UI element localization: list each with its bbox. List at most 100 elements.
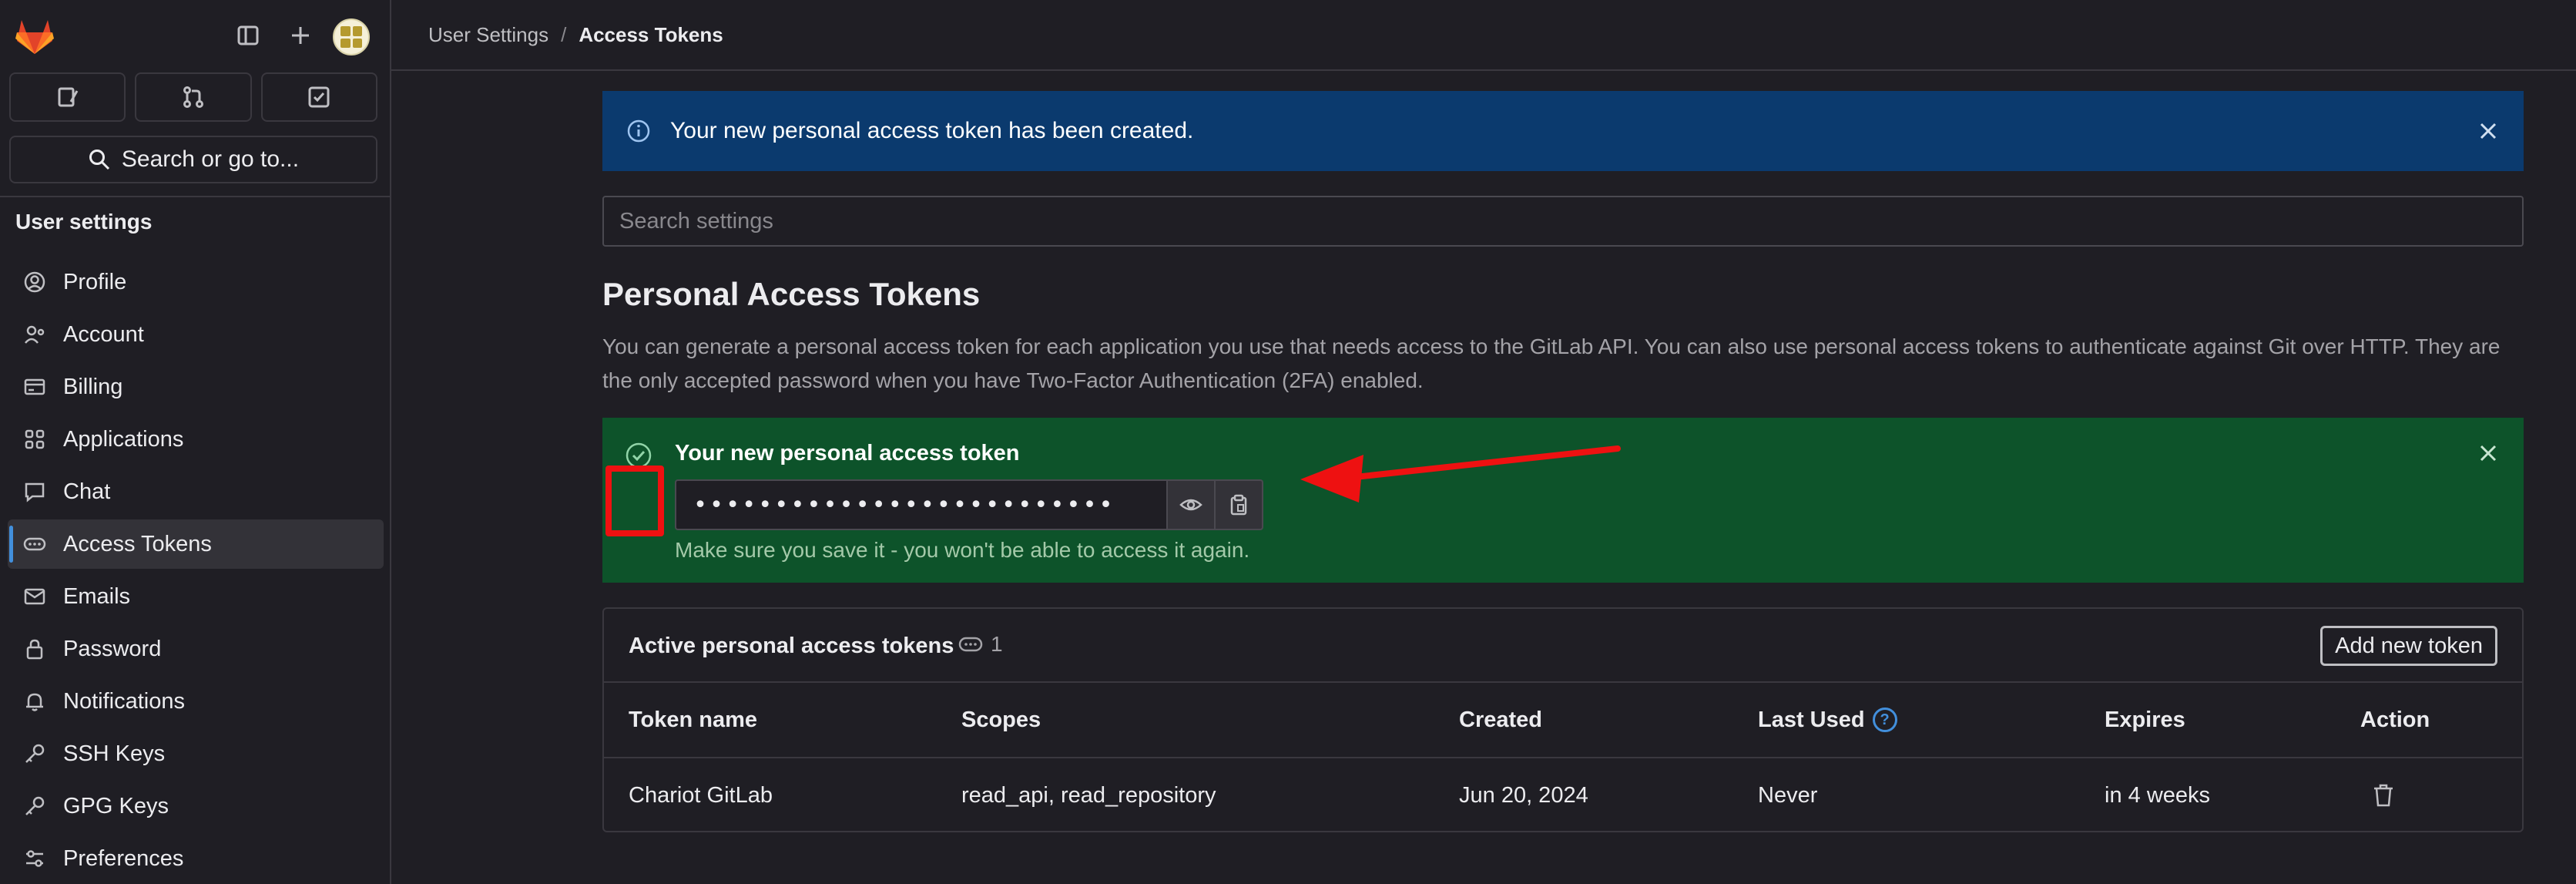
column-header-last-used-label: Last Used xyxy=(1758,707,1865,732)
column-header-token-name[interactable]: Token name xyxy=(629,683,757,757)
sidebar-item-notifications[interactable]: Notifications xyxy=(8,677,384,726)
search-settings-input[interactable] xyxy=(602,196,2524,247)
sidebar-item-label: Notifications xyxy=(63,688,185,714)
search-or-go-to-button[interactable]: Search or go to... xyxy=(9,136,377,183)
search-icon xyxy=(89,150,109,170)
clipboard-icon xyxy=(1230,494,1247,516)
plus-icon[interactable] xyxy=(285,20,316,51)
new-token-title: Your new personal access token xyxy=(675,441,1020,466)
sidebar-item-applications[interactable]: Applications xyxy=(8,415,384,464)
sidebar-item-label: SSH Keys xyxy=(63,741,166,766)
sidebar-shortcuts xyxy=(9,72,377,122)
account-icon xyxy=(22,321,48,348)
page-title: Personal Access Tokens xyxy=(602,276,981,312)
token-input-group: •••••••••••••••••••••••••• xyxy=(675,479,1263,530)
sidebar-top xyxy=(0,0,390,71)
sidebar-divider xyxy=(0,196,390,197)
chat-icon xyxy=(22,479,48,505)
sidebar-item-access-tokens[interactable]: Access Tokens xyxy=(8,519,384,569)
sidebar-item-account[interactable]: Account xyxy=(8,310,384,359)
key-icon xyxy=(22,793,48,819)
sidebar-item-label: Billing xyxy=(63,374,123,399)
sidebar-item-label: Access Tokens xyxy=(63,531,212,556)
mail-icon xyxy=(22,583,48,610)
key-icon xyxy=(22,741,48,767)
token-expires-cell: in 4 weeks xyxy=(2105,782,2211,808)
table-row: Chariot GitLab read_api, read_repository… xyxy=(604,758,2522,832)
info-icon xyxy=(627,119,650,143)
sidebar-item-ssh-keys[interactable]: SSH Keys xyxy=(8,729,384,778)
active-tokens-title: Active personal access tokens xyxy=(629,634,954,658)
breadcrumb: User Settings / Access Tokens xyxy=(391,0,2576,71)
card-header: Active personal access tokens 1 Add new … xyxy=(604,609,2522,683)
page-description: You can generate a personal access token… xyxy=(602,334,2501,392)
breadcrumb-separator: / xyxy=(561,22,567,46)
close-icon[interactable] xyxy=(2474,117,2502,145)
help-icon[interactable]: ? xyxy=(1872,708,1897,732)
column-header-created[interactable]: Created xyxy=(1459,683,1542,757)
sidebar: Search or go to... User settings Profile… xyxy=(0,0,391,884)
sidebar-item-password[interactable]: Password xyxy=(8,624,384,674)
close-icon[interactable] xyxy=(2474,439,2502,467)
issues-button[interactable] xyxy=(9,72,126,122)
sidebar-heading: User settings xyxy=(15,210,153,234)
revoke-token-button[interactable] xyxy=(2371,758,2396,832)
new-token-hint: Make sure you save it - you won't be abl… xyxy=(675,538,1250,562)
info-alert-message: Your new personal access token has been … xyxy=(670,118,1194,143)
token-value-field[interactable]: •••••••••••••••••••••••••• xyxy=(675,479,1168,530)
merge-requests-button[interactable] xyxy=(135,72,252,122)
merge-request-icon xyxy=(183,86,203,108)
sidebar-item-preferences[interactable]: Preferences xyxy=(8,834,384,883)
token-icon xyxy=(958,637,983,652)
sidebar-item-label: Emails xyxy=(63,583,131,609)
sidebar-item-label: Applications xyxy=(63,426,184,452)
check-circle-icon xyxy=(626,442,652,469)
sidebar-toggle-icon[interactable] xyxy=(233,20,263,51)
sidebar-item-label: Account xyxy=(63,321,144,347)
table-header: Token name Scopes Created Last Used ? Ex… xyxy=(604,683,2522,758)
sidebar-item-label: Profile xyxy=(63,269,127,294)
column-header-scopes[interactable]: Scopes xyxy=(961,683,1041,757)
new-token-alert: Your new personal access token •••••••••… xyxy=(602,418,2524,583)
copy-token-button[interactable] xyxy=(1216,479,1263,530)
breadcrumb-access-tokens[interactable]: Access Tokens xyxy=(579,23,723,47)
token-name-cell: Chariot GitLab xyxy=(629,782,773,808)
toggle-visibility-button[interactable] xyxy=(1168,479,1216,530)
token-count: 1 xyxy=(991,632,1003,656)
column-header-expires[interactable]: Expires xyxy=(2105,683,2185,757)
token-scopes-cell: read_api, read_repository xyxy=(961,782,1216,808)
active-tokens-card: Active personal access tokens 1 Add new … xyxy=(602,607,2524,832)
sidebar-nav: Profile Account Billing Applications Cha… xyxy=(8,257,384,884)
issues-icon xyxy=(58,87,78,107)
sidebar-item-label: Chat xyxy=(63,479,111,504)
sidebar-item-profile[interactable]: Profile xyxy=(8,257,384,307)
todo-checkbox-icon xyxy=(308,86,330,108)
add-new-token-button[interactable]: Add new token xyxy=(2320,626,2497,666)
column-header-action: Action xyxy=(2360,707,2430,732)
token-icon xyxy=(22,531,48,557)
sidebar-item-chat[interactable]: Chat xyxy=(8,467,384,516)
eye-icon xyxy=(1179,499,1202,511)
avatar[interactable] xyxy=(333,18,370,55)
breadcrumb-user-settings[interactable]: User Settings xyxy=(428,23,548,47)
sidebar-item-label: GPG Keys xyxy=(63,793,169,818)
applications-icon xyxy=(22,426,48,452)
info-alert: Your new personal access token has been … xyxy=(602,91,2524,171)
column-header-last-used[interactable]: Last Used ? xyxy=(1758,683,1897,757)
preferences-icon xyxy=(22,845,48,872)
todos-button[interactable] xyxy=(260,72,377,122)
lock-icon xyxy=(22,636,48,662)
sidebar-item-label: Preferences xyxy=(63,845,184,871)
profile-icon xyxy=(22,269,48,295)
gitlab-logo-icon[interactable] xyxy=(14,15,55,55)
sidebar-item-billing[interactable]: Billing xyxy=(8,362,384,412)
search-label: Search or go to... xyxy=(121,146,300,172)
token-created-cell: Jun 20, 2024 xyxy=(1459,782,1588,808)
sidebar-item-label: Password xyxy=(63,636,162,661)
sidebar-item-gpg-keys[interactable]: GPG Keys xyxy=(8,781,384,831)
token-last-used-cell: Never xyxy=(1758,782,1818,808)
bell-icon xyxy=(22,688,48,714)
trash-icon xyxy=(2374,784,2393,807)
billing-icon xyxy=(22,374,48,400)
sidebar-item-emails[interactable]: Emails xyxy=(8,572,384,621)
